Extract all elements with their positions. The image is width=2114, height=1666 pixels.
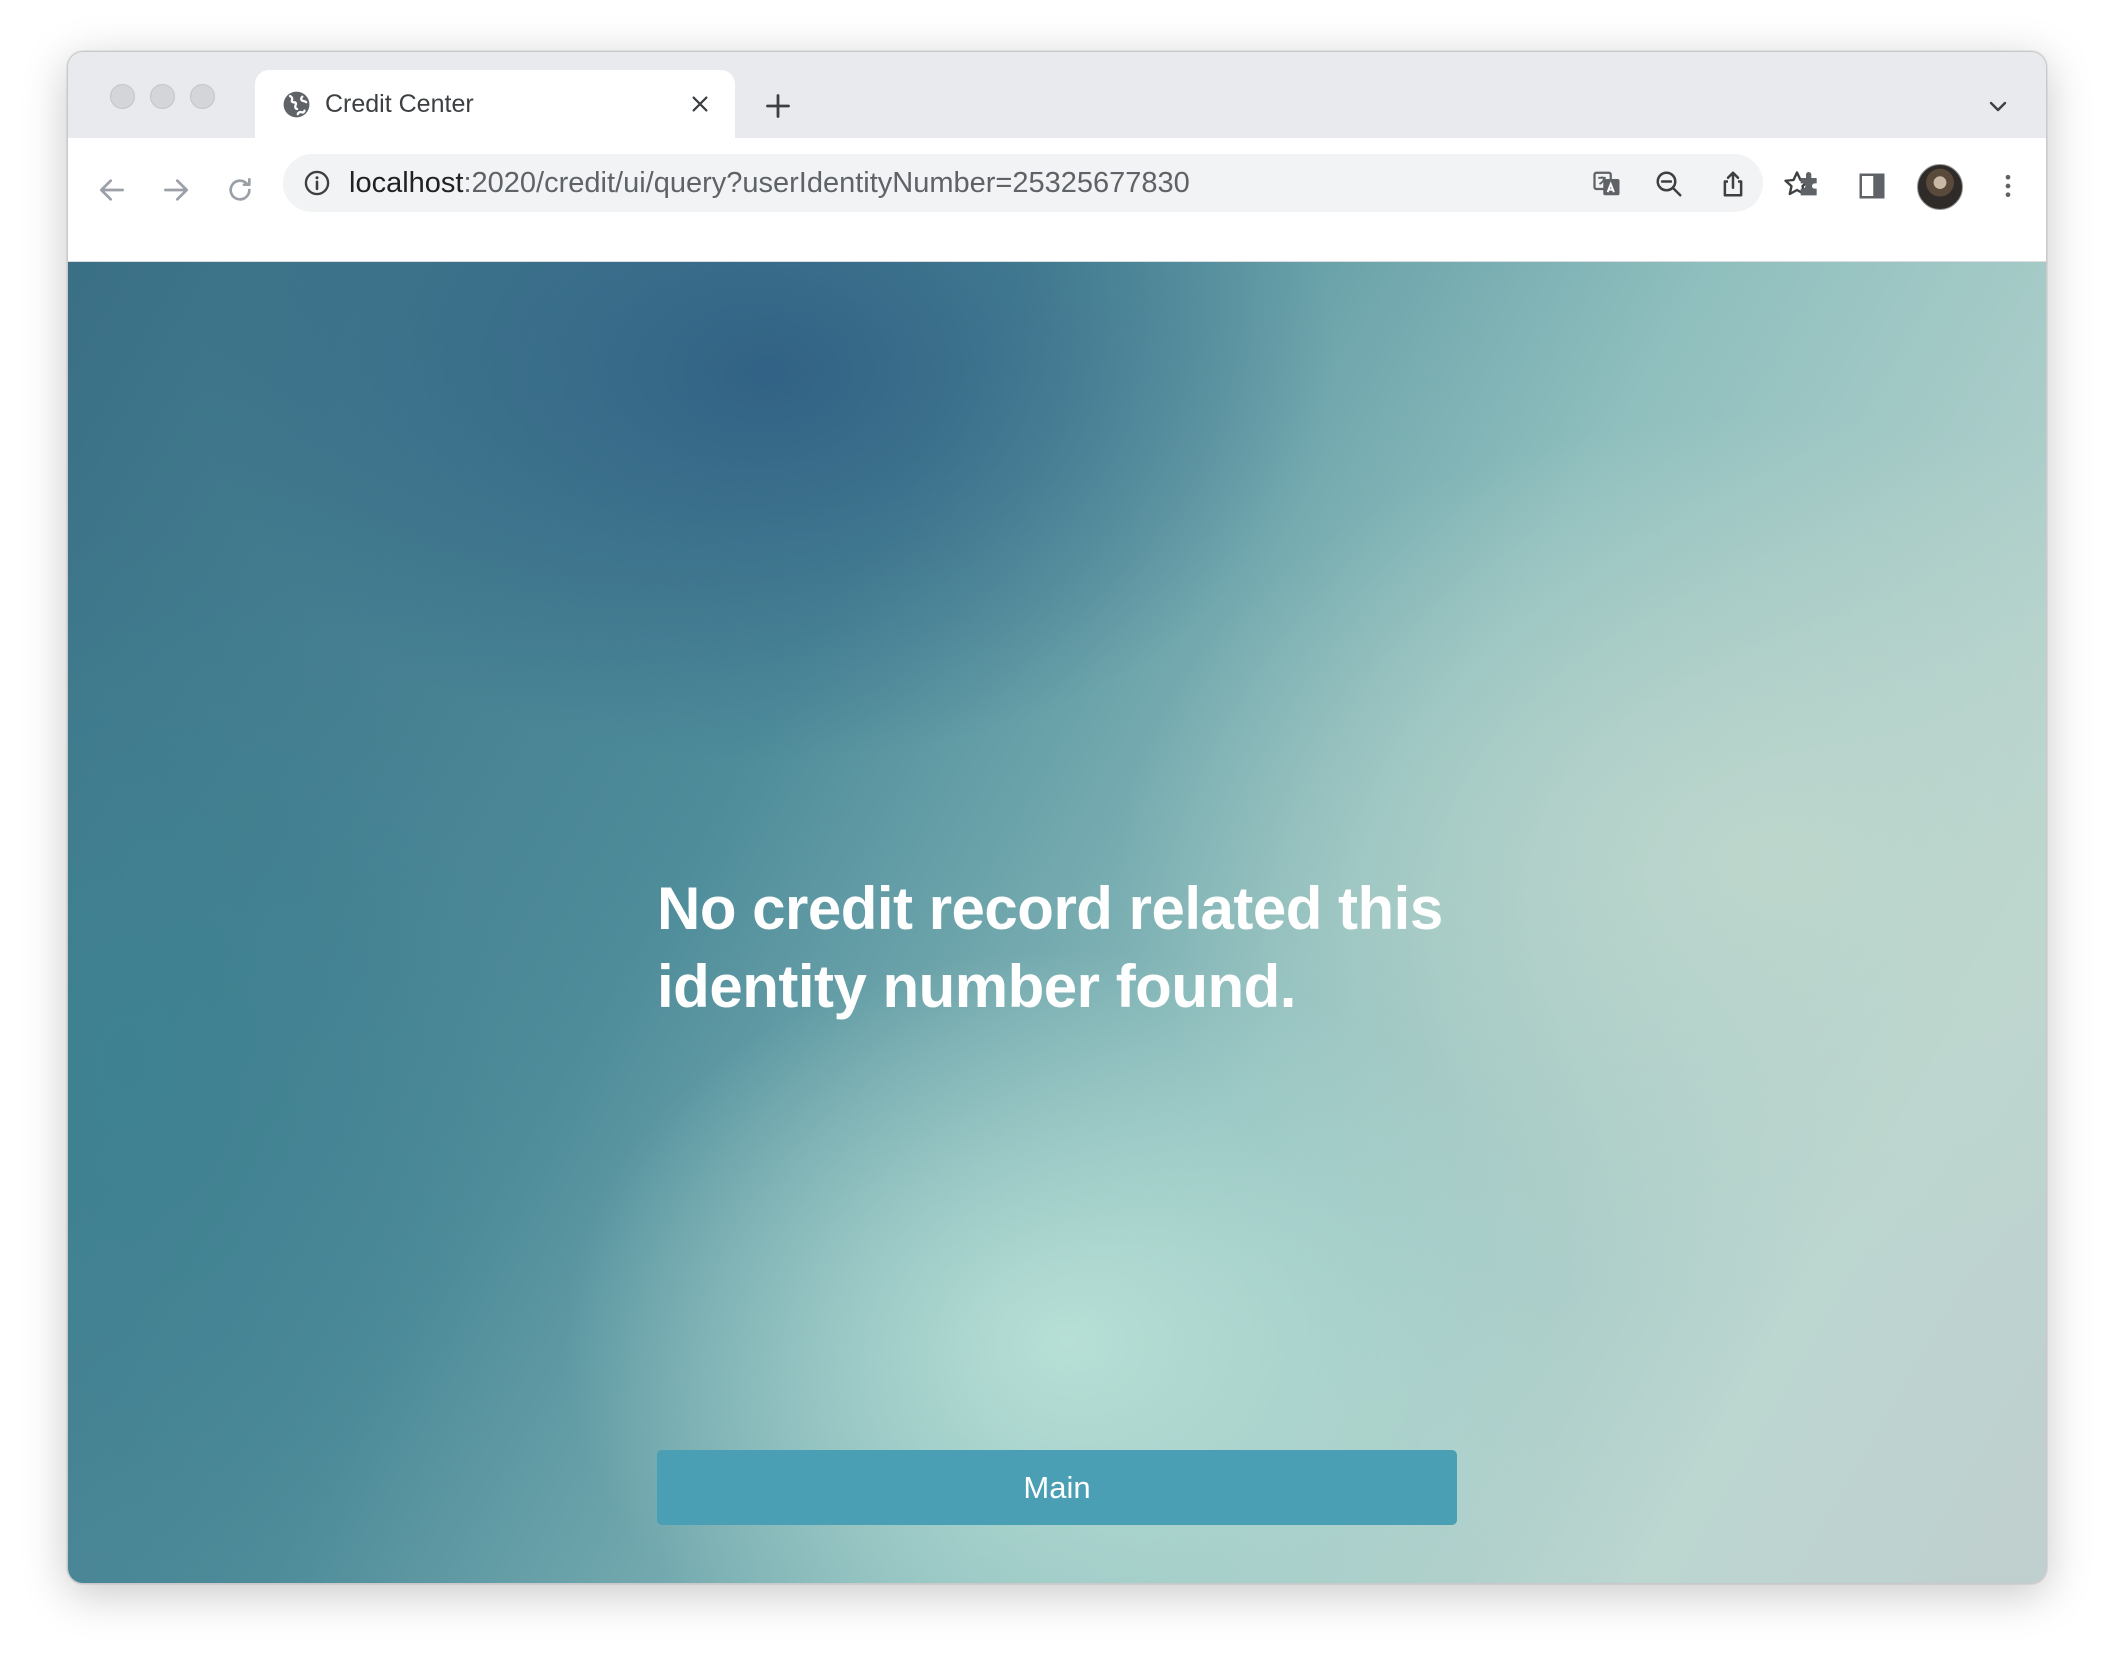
tab-credit-center[interactable]: Credit Center bbox=[255, 70, 735, 138]
no-record-message: No credit record related this identity n… bbox=[657, 875, 1443, 1020]
back-arrow-icon[interactable] bbox=[90, 168, 134, 212]
reload-icon[interactable] bbox=[218, 168, 262, 212]
tab-strip: Credit Center bbox=[68, 52, 2046, 138]
forward-arrow-icon[interactable] bbox=[154, 168, 198, 212]
tab-title: Credit Center bbox=[325, 90, 474, 118]
close-window-button[interactable] bbox=[110, 84, 135, 109]
url-text[interactable]: localhost:2020/credit/ui/query?userIdent… bbox=[349, 168, 1190, 198]
more-vert-icon[interactable] bbox=[1988, 166, 2028, 206]
url-path: :2020/credit/ui/query?userIdentityNumber… bbox=[463, 167, 1190, 199]
avatar[interactable] bbox=[1917, 164, 1963, 210]
side-panel-icon[interactable] bbox=[1852, 166, 1892, 206]
share-icon[interactable] bbox=[1715, 166, 1751, 202]
globe-icon bbox=[281, 89, 312, 120]
main-button[interactable]: Main bbox=[657, 1450, 1457, 1525]
page-content: No credit record related this identity n… bbox=[68, 262, 2046, 1583]
minimize-window-button[interactable] bbox=[150, 84, 175, 109]
close-icon[interactable] bbox=[683, 87, 717, 121]
browser-window: Credit Center localhost:2020/credit/ui/q bbox=[67, 51, 2047, 1584]
chevron-down-icon[interactable] bbox=[1980, 90, 2016, 122]
translate-icon[interactable] bbox=[1589, 166, 1625, 202]
plus-icon[interactable] bbox=[758, 86, 798, 126]
zoom-out-icon[interactable] bbox=[1651, 166, 1687, 202]
maximize-window-button[interactable] bbox=[190, 84, 215, 109]
browser-toolbar: localhost:2020/credit/ui/query?userIdent… bbox=[68, 138, 2046, 262]
address-bar[interactable]: localhost:2020/credit/ui/query?userIdent… bbox=[283, 154, 1810, 212]
puzzle-icon[interactable] bbox=[1790, 166, 1830, 206]
info-icon[interactable] bbox=[303, 169, 331, 197]
url-host: localhost bbox=[349, 167, 464, 199]
